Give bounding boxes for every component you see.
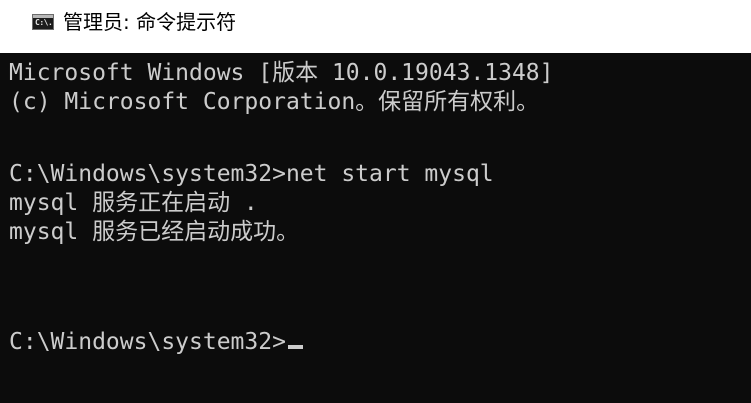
- console-line-version: Microsoft Windows [版本 10.0.19043.1348]: [9, 60, 554, 86]
- console-line-started: mysql 服务已经启动成功。: [9, 219, 300, 245]
- console-prompt-line[interactable]: C:\Windows\system32>: [9, 328, 303, 356]
- window-title: 管理员: 命令提示符: [63, 10, 237, 34]
- title-bar[interactable]: C:\. 管理员: 命令提示符: [0, 0, 751, 53]
- text-cursor: [287, 345, 303, 349]
- console-output[interactable]: Microsoft Windows [版本 10.0.19043.1348] (…: [0, 53, 751, 403]
- console-prompt: C:\Windows\system32>: [9, 329, 286, 355]
- console-line-starting: mysql 服务正在启动 .: [9, 190, 258, 216]
- console-line-copyright: (c) Microsoft Corporation。保留所有权利。: [9, 89, 540, 115]
- icon-glyph: C:\.: [35, 18, 53, 27]
- console-line-command: C:\Windows\system32>net start mysql: [9, 161, 494, 187]
- command-prompt-window: C:\. 管理员: 命令提示符 Microsoft Windows [版本 10…: [0, 0, 751, 403]
- cmd-icon[interactable]: C:\.: [32, 14, 54, 30]
